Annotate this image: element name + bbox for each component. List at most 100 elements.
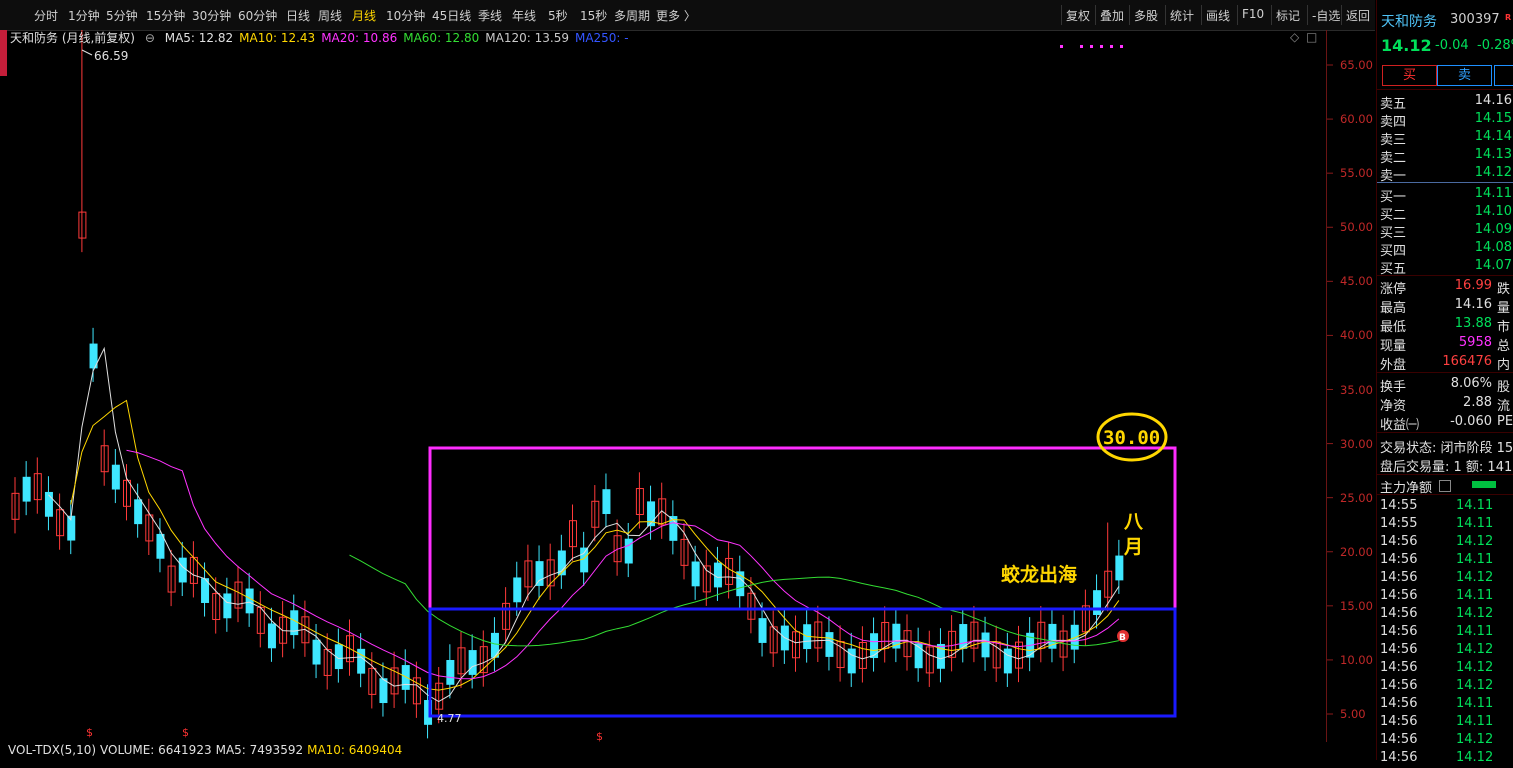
toolbar-btn-7[interactable]: -自选 xyxy=(1312,7,1340,24)
tab-11[interactable]: 季线 xyxy=(478,7,502,24)
row-ext-label: 内 xyxy=(1497,358,1511,373)
tab-8[interactable]: 月线 xyxy=(352,7,376,24)
stat-row: 换手 8.06% 股 xyxy=(1377,375,1513,395)
tick-time: 14:56 xyxy=(1380,534,1418,549)
y-tick-label: 65.00 xyxy=(1340,58,1373,72)
stat-row: 涨停 16.99 跌 xyxy=(1377,277,1513,297)
toolbar-btn-5[interactable]: F10 xyxy=(1242,7,1264,21)
more-trade-button[interactable] xyxy=(1494,65,1513,86)
toolbar-sep xyxy=(1237,5,1238,25)
tab-16[interactable]: 更多 〉 xyxy=(656,7,696,24)
candle-body xyxy=(178,557,187,583)
y-tick-label: 35.00 xyxy=(1340,382,1373,397)
tab-15[interactable]: 多周期 xyxy=(614,7,650,24)
tick-row: 14:56 14.12 xyxy=(1377,732,1513,750)
candle-body xyxy=(111,464,120,490)
toolbar-btn-1[interactable]: 叠加 xyxy=(1100,7,1124,24)
quote-panel: 天和防务 300397 R 14.12 -0.04 -0.28% 买 卖 卖五1… xyxy=(1376,0,1513,765)
toolbar-btn-2[interactable]: 多股 xyxy=(1134,7,1158,24)
tick-row: 14:56 14.12 xyxy=(1377,750,1513,768)
tab-6[interactable]: 日线 xyxy=(286,7,310,24)
row-value: 14.14 xyxy=(1474,129,1512,144)
toolbar-btn-4[interactable]: 画线 xyxy=(1206,7,1230,24)
candle-body xyxy=(624,538,633,564)
stock-name[interactable]: 天和防务 xyxy=(1381,11,1437,31)
tick-row: 14:56 14.12 xyxy=(1377,678,1513,696)
y-tick-label: 5.00 xyxy=(1340,707,1366,721)
row-label: 换手 xyxy=(1380,380,1407,395)
r-tag: R xyxy=(1505,13,1512,22)
side-marker xyxy=(0,30,7,76)
tab-0[interactable]: 分时 xyxy=(34,7,58,24)
tick-price: 14.12 xyxy=(1456,678,1494,693)
bid-row: 买五 14.07 xyxy=(1377,257,1513,277)
volume-legend-item: MA5: 7493592 xyxy=(215,743,304,757)
candle-body xyxy=(22,476,31,502)
tab-12[interactable]: 年线 xyxy=(512,7,536,24)
row-value: 14.07 xyxy=(1474,258,1512,273)
panel-divider xyxy=(1377,275,1513,276)
ma250-dots xyxy=(1090,45,1093,48)
row-ext-label: 流 xyxy=(1497,399,1511,414)
tab-2[interactable]: 5分钟 xyxy=(106,7,138,24)
main-flow-icon[interactable] xyxy=(1439,480,1451,492)
toolbar-sep xyxy=(1341,5,1342,25)
tab-7[interactable]: 周线 xyxy=(318,7,342,24)
panel-divider xyxy=(1377,372,1513,373)
ma-legend-item: MA120: 13.59 xyxy=(485,31,569,45)
ma250-dots xyxy=(1120,45,1123,48)
buy-button[interactable]: 买 xyxy=(1382,65,1437,86)
toolbar-sep xyxy=(1165,5,1166,25)
s-marker: $ xyxy=(182,726,189,739)
legend-toggle-icon[interactable]: ⊖ xyxy=(145,31,155,45)
stat-row: 外盘 166476 内 xyxy=(1377,353,1513,373)
s-marker: $ xyxy=(596,730,603,742)
tab-10[interactable]: 45日线 xyxy=(432,7,471,24)
row-ext-label: 量 xyxy=(1497,301,1511,316)
sell-button[interactable]: 卖 xyxy=(1437,65,1492,86)
tick-row: 14:56 14.12 xyxy=(1377,606,1513,624)
candle-body xyxy=(691,561,700,587)
volume-legend-item: VOL-TDX(5,10) xyxy=(8,743,97,757)
row-value: -0.060 xyxy=(1450,414,1492,429)
toolbar-btn-3[interactable]: 统计 xyxy=(1170,7,1194,24)
tab-13[interactable]: 5秒 xyxy=(548,7,568,24)
tab-14[interactable]: 15秒 xyxy=(580,7,607,24)
tick-price: 14.11 xyxy=(1456,498,1494,513)
tick-time: 14:56 xyxy=(1380,642,1418,657)
candle-body xyxy=(1115,555,1124,581)
row-value: 5958 xyxy=(1458,335,1492,350)
tick-row: 14:56 14.12 xyxy=(1377,570,1513,588)
toolbar-btn-0[interactable]: 复权 xyxy=(1066,7,1090,24)
stock-code: 300397 xyxy=(1450,12,1500,27)
row-label: 收益㈠ xyxy=(1380,418,1420,433)
stat-row: 最低 13.88 市 xyxy=(1377,315,1513,335)
candle-body xyxy=(513,577,522,603)
tick-price: 14.12 xyxy=(1456,732,1494,747)
tick-time: 14:56 xyxy=(1380,696,1418,711)
volume-legend-item: MA10: 6409404 xyxy=(307,743,403,757)
window-icon: □ xyxy=(1306,30,1317,44)
period-toolbar: 分时 1分钟 5分钟 15分钟 30分钟 60分钟 日线 周线 月线 10分钟 45日线 季线 年线 5秒… xyxy=(0,0,1375,31)
y-axis-line xyxy=(1326,30,1327,742)
toolbar-btn-8[interactable]: 返回 xyxy=(1346,7,1370,24)
row-label: 涨停 xyxy=(1380,282,1407,297)
row-value: 14.09 xyxy=(1474,222,1512,237)
tab-4[interactable]: 30分钟 xyxy=(192,7,231,24)
tab-1[interactable]: 1分钟 xyxy=(68,7,100,24)
y-tick-label: 55.00 xyxy=(1340,166,1373,181)
tick-row: 14:56 14.11 xyxy=(1377,588,1513,606)
toolbar-sep xyxy=(1129,5,1130,25)
row-ext-label: 股 xyxy=(1497,380,1511,395)
tab-9[interactable]: 10分钟 xyxy=(386,7,425,24)
row-value: 16.99 xyxy=(1454,278,1492,293)
kline-chart[interactable]: 66.59 4.77 $ $ $30.00 八月蛟龙出海 B ◇ □ xyxy=(0,30,1375,742)
row-ext-label: 跌 xyxy=(1497,282,1511,297)
tick-time: 14:56 xyxy=(1380,678,1418,693)
row-value: 14.13 xyxy=(1474,147,1512,162)
tab-5[interactable]: 60分钟 xyxy=(238,7,277,24)
tick-time: 14:55 xyxy=(1380,498,1418,513)
tab-3[interactable]: 15分钟 xyxy=(146,7,185,24)
toolbar-btn-6[interactable]: 标记 xyxy=(1276,7,1300,24)
tick-row: 14:56 14.12 xyxy=(1377,642,1513,660)
